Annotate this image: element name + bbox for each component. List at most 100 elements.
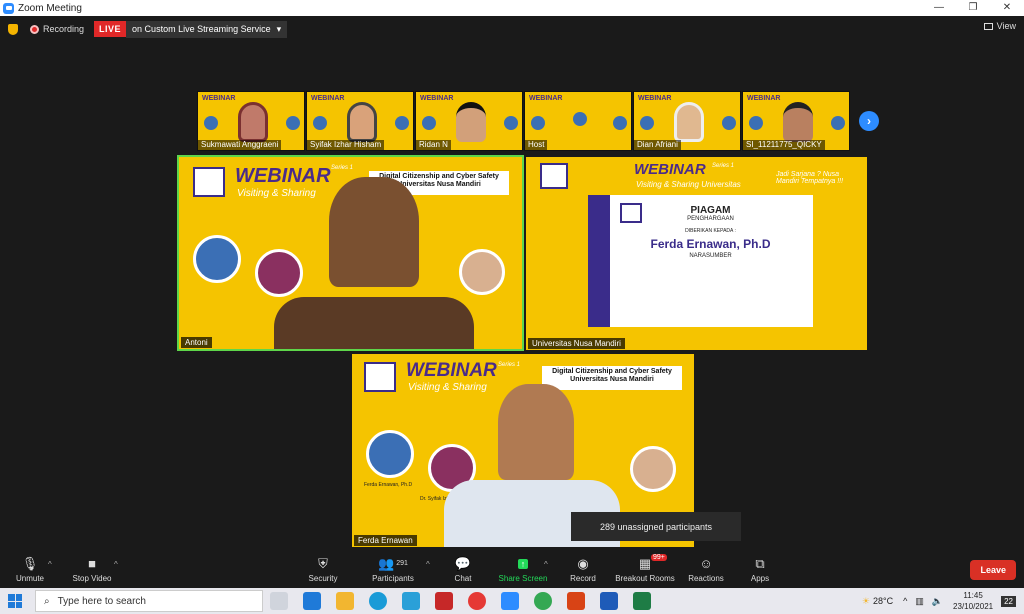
volume-icon[interactable]: 🔈 <box>932 596 943 607</box>
speaker-photo <box>722 116 736 130</box>
certificate-stripe <box>588 195 610 327</box>
shield-icon: ⛨ <box>318 555 328 571</box>
leave-button[interactable]: Leave <box>970 560 1016 580</box>
encryption-shield-icon[interactable] <box>8 23 18 35</box>
gmail-app-icon[interactable] <box>435 592 453 610</box>
chevron-right-icon: › <box>867 114 871 128</box>
zoom-app-icon[interactable] <box>501 592 519 610</box>
topic-box: Digital Citizenship and Cyber Safety Uni… <box>542 366 682 390</box>
meeting-toolbar: 🎙 Unmute ^ ■ Stop Video ^ ⛨ Security 👥 29… <box>0 548 1024 588</box>
clock-time: 11:45 <box>963 591 983 600</box>
taskbar-search-box[interactable]: ⌕ Type here to search <box>35 590 263 612</box>
mail-app-icon[interactable] <box>303 592 321 610</box>
thumb-webinar-text: WEBINAR <box>747 95 781 102</box>
minimize-button[interactable]: — <box>922 0 956 16</box>
unm-logo <box>193 167 225 197</box>
participant-video <box>783 102 813 142</box>
share-options-caret-icon[interactable]: ^ <box>544 560 548 569</box>
live-stream-dropdown[interactable]: on Custom Live Streaming Service ▾ <box>126 20 288 38</box>
next-page-button[interactable]: › <box>859 111 879 131</box>
weather-icon[interactable]: ☀ <box>862 596 870 607</box>
participant-thumbnail[interactable]: WEBINAR Syifak Izhar Hisham <box>306 91 414 151</box>
word-app-icon[interactable] <box>600 592 618 610</box>
edge-browser-icon[interactable] <box>369 592 387 610</box>
search-placeholder: Type here to search <box>57 595 146 607</box>
participant-thumbnail[interactable]: WEBINAR Dian Afriani <box>633 91 741 151</box>
stop-video-button[interactable]: ■ Stop Video <box>62 556 122 583</box>
thumb-webinar-text: WEBINAR <box>311 95 345 102</box>
speaker-photo <box>573 112 587 126</box>
network-icon[interactable]: ▥ <box>915 596 924 607</box>
participant-thumbnail[interactable]: WEBINAR Host <box>524 91 632 151</box>
participant-name: Sukmawati Anggraeni <box>198 140 282 150</box>
chat-bubble-icon: 💬 <box>454 555 472 571</box>
reactions-button[interactable]: ☺ Reactions <box>676 556 736 583</box>
participant-video <box>347 102 377 142</box>
chevron-down-icon: ▾ <box>276 23 282 34</box>
task-view-icon[interactable] <box>270 592 288 610</box>
system-tray: ☀ 28°C ^ ▥ 🔈 11:45 23/10/2021 22 <box>862 588 1024 614</box>
participant-name: Ridan N <box>416 140 451 150</box>
stop-video-label: Stop Video <box>72 574 112 583</box>
video-tile-antoni[interactable]: WEBINAR Series 1 Visiting & Sharing Digi… <box>177 155 524 351</box>
powerpoint-app-icon[interactable] <box>567 592 585 610</box>
notification-center-icon[interactable]: 22 <box>1001 595 1016 607</box>
record-button[interactable]: ◉ Record <box>553 555 613 584</box>
participant-name: Dian Afriani <box>634 140 681 150</box>
breakout-rooms-icon: ▦ 99+ <box>638 554 667 571</box>
apps-button[interactable]: ⧉ Apps <box>730 556 790 584</box>
speaker-photo <box>366 430 414 478</box>
recording-indicator[interactable]: Recording <box>30 24 84 34</box>
thumb-webinar-text: WEBINAR <box>202 95 236 102</box>
speaker-photo <box>422 116 436 130</box>
participant-strip: WEBINAR Sukmawati Anggraeni WEBINAR Syif… <box>197 91 850 151</box>
speaker-photo <box>613 116 627 130</box>
certificate-recipient: Ferda Ernawan, Ph.D <box>650 237 771 251</box>
participant-name: Host <box>525 140 548 150</box>
video-options-caret-icon[interactable]: ^ <box>114 560 118 569</box>
participant-thumbnail[interactable]: WEBINAR Sukmawati Anggraeni <box>197 91 305 151</box>
apps-label: Apps <box>750 574 770 583</box>
visiting-sharing-text: Visiting & Sharing <box>237 188 316 199</box>
record-label: Record <box>570 574 596 583</box>
record-icon: ◉ <box>577 555 589 571</box>
taskbar-clock[interactable]: 11:45 23/10/2021 <box>953 590 993 612</box>
file-explorer-icon[interactable] <box>336 592 354 610</box>
series-label: Series 1 <box>498 362 521 368</box>
unmute-label: Unmute <box>15 574 44 583</box>
security-button[interactable]: ⛨ Security <box>293 555 353 584</box>
excel-app-icon[interactable] <box>633 592 651 610</box>
tray-arrow-icon[interactable]: ^ <box>903 596 907 606</box>
video-tile-universitas[interactable]: WEBINAR Series 1 Visiting & Sharing Univ… <box>526 157 867 350</box>
breakout-rooms-button[interactable]: ▦ 99+ Breakout Rooms <box>615 554 675 583</box>
reactions-label: Reactions <box>688 574 724 583</box>
series-label: Series 1 <box>712 163 735 169</box>
participants-button[interactable]: 👥 291 Participants <box>363 556 423 584</box>
chat-button[interactable]: 💬 Chat <box>433 555 493 584</box>
close-button[interactable]: ✕ <box>990 0 1024 16</box>
certificate-role: NARASUMBER <box>689 253 732 259</box>
chrome-browser-icon[interactable] <box>534 592 552 610</box>
speaker-photo <box>531 116 545 130</box>
breakout-badge: 99+ <box>651 554 667 561</box>
view-label: View <box>996 21 1016 31</box>
l-app-icon[interactable] <box>402 592 420 610</box>
live-badge: LIVE <box>94 21 127 37</box>
visiting-sharing-text: Visiting & Sharing Universitas <box>636 180 741 189</box>
unm-logo <box>620 203 642 223</box>
audio-options-caret-icon[interactable]: ^ <box>48 560 52 569</box>
visiting-sharing-text: Visiting & Sharing <box>408 382 487 393</box>
participant-thumbnail[interactable]: WEBINAR SI_11211775_QICKY <box>742 91 850 151</box>
maximize-button[interactable]: ❐ <box>956 0 990 16</box>
participants-options-caret-icon[interactable]: ^ <box>426 560 430 569</box>
speaker-photo <box>204 116 218 130</box>
windows-start-icon[interactable] <box>8 594 22 608</box>
opera-browser-icon[interactable] <box>468 592 486 610</box>
view-button[interactable]: View <box>983 21 1016 31</box>
participant-thumbnail[interactable]: WEBINAR Ridan N <box>415 91 523 151</box>
security-label: Security <box>308 574 338 583</box>
title-bar: Zoom Meeting — ❐ ✕ <box>0 0 1024 16</box>
unassigned-participants-popup: 289 unassigned participants <box>571 512 741 541</box>
speaker-photo <box>193 235 241 283</box>
webinar-title: WEBINAR <box>235 165 331 187</box>
